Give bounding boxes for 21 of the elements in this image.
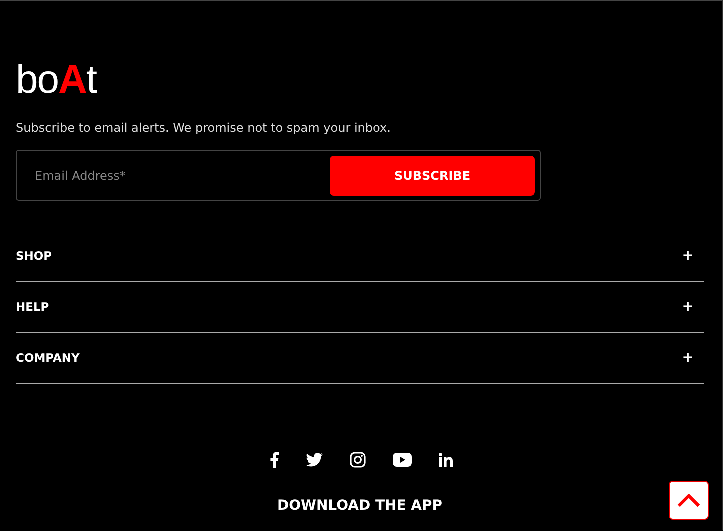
instagram-icon[interactable] [350, 452, 366, 468]
bird-icon[interactable] [306, 453, 322, 467]
newsletter-text: Subscribe to email alerts. We promise not to spam your inbox. [16, 121, 392, 135]
download-heading: DOWNLOAD THE APP [277, 498, 443, 514]
subscribe-button[interactable]: SUBSCRIBE [330, 156, 535, 196]
play-icon[interactable] [392, 453, 412, 467]
back-to-top-button[interactable] [669, 481, 709, 520]
expand-toggle[interactable]: + [682, 248, 694, 264]
logo[interactable]: boAt [16, 61, 97, 99]
accordion-header[interactable]: HELP + [16, 282, 704, 333]
accordion-header[interactable]: SHOP + [16, 231, 704, 282]
expand-toggle[interactable]: + [682, 350, 694, 366]
email-field[interactable]: Email Address* [33, 168, 330, 184]
expand-toggle[interactable]: + [682, 299, 694, 315]
linkedin-icon[interactable] [438, 453, 452, 467]
facebook-icon[interactable] [270, 452, 278, 468]
section-label: SHOP [16, 249, 52, 263]
chevron-up-icon [677, 494, 701, 508]
accordion-header[interactable]: COMPANY + [16, 333, 704, 384]
section-label: COMPANY [16, 351, 80, 365]
section-label: HELP [16, 300, 50, 314]
